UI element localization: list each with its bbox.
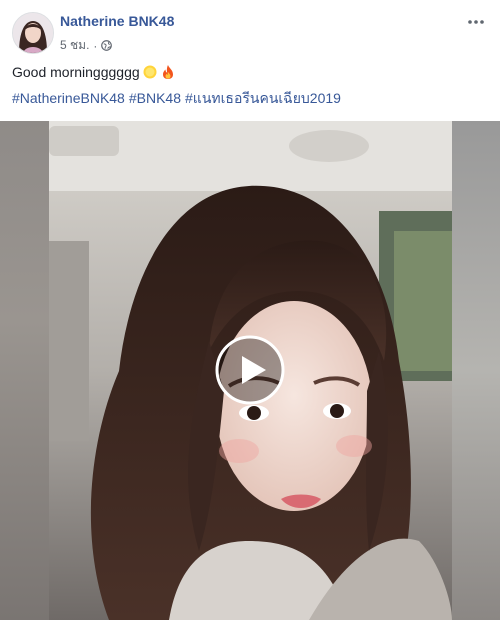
hashtag-link[interactable]: #BNK48	[129, 88, 181, 108]
video-player[interactable]	[0, 121, 500, 620]
video-blur-right	[452, 121, 500, 620]
hashtag-link[interactable]: #NatherineBNK48	[12, 88, 125, 108]
hashtag-link[interactable]: #แนทเธอรีนคนเฉียบ2019	[185, 88, 341, 108]
post-time[interactable]: 5 ชม.	[60, 36, 89, 55]
play-icon[interactable]	[214, 334, 286, 406]
video-blur-left	[0, 121, 49, 620]
meta-separator: ·	[93, 38, 98, 53]
author-avatar[interactable]	[12, 12, 54, 54]
sun-emoji	[142, 64, 158, 80]
post-header: Natherine BNK48 5 ชม. ·	[12, 12, 488, 54]
hashtag-line: #NatherineBNK48 #BNK48 #แนทเธอรีนคนเฉียบ…	[12, 88, 488, 108]
message-text: Good morningggggg	[12, 64, 140, 80]
fire-emoji	[160, 64, 176, 80]
post-meta: 5 ชม. ·	[60, 36, 113, 55]
more-options-icon[interactable]	[464, 12, 488, 32]
globe-icon[interactable]	[101, 40, 113, 51]
author-name[interactable]: Natherine BNK48	[60, 13, 174, 29]
post-message: Good morningggggg #NatherineBNK48 #BNK48…	[12, 62, 488, 114]
message-line: Good morningggggg	[12, 62, 488, 82]
facebook-post: Natherine BNK48 5 ชม. · Good morninggggg…	[0, 0, 500, 620]
